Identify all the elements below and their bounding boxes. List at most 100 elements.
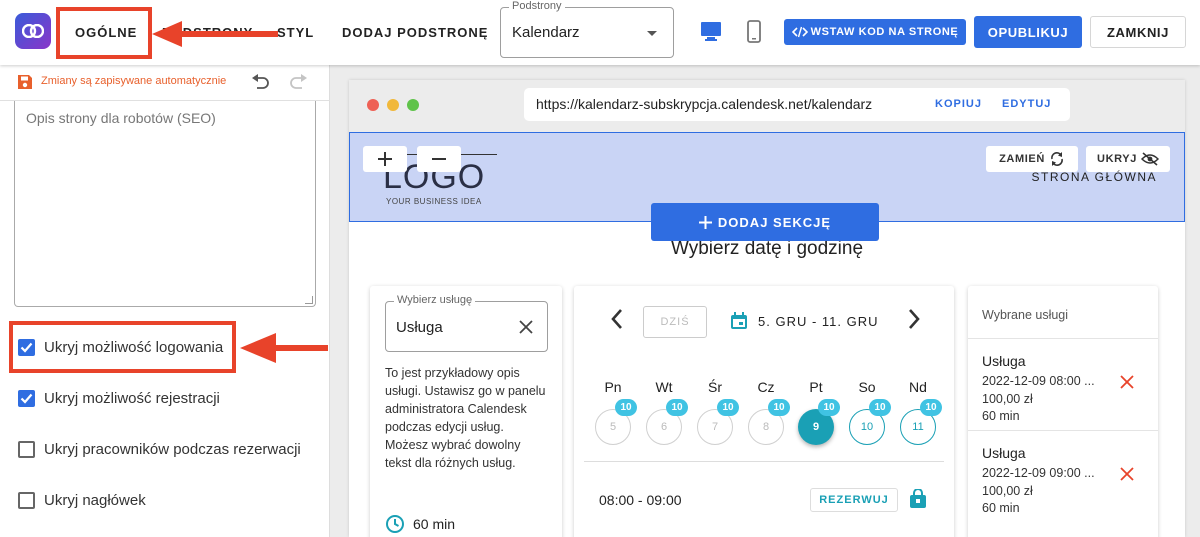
save-icon: [18, 75, 32, 89]
service-card: Wybierz usługę Usługa To jest przykładow…: [370, 286, 562, 537]
next-week-icon[interactable]: [907, 308, 921, 330]
arrow-icon-hide-login: [240, 333, 328, 363]
calendar-icon: [731, 312, 747, 329]
time-slot: 08:00 - 09:00: [599, 492, 682, 508]
tab-style[interactable]: STYL: [277, 0, 314, 65]
highlight-box-hide-login: [9, 321, 236, 373]
nav-home-link[interactable]: STRONA GŁÓWNA: [1031, 170, 1157, 184]
slots-badge: 10: [869, 399, 891, 416]
checkbox-unchecked-icon[interactable]: [18, 440, 35, 458]
selected-service-item: Usługa 2022-12-09 08:00 ... 100,00 zł 60…: [968, 338, 1158, 426]
day-name: Śr: [708, 379, 722, 395]
copy-url-link[interactable]: KOPIUJ: [935, 98, 982, 110]
service-duration: 60 min: [385, 514, 455, 534]
checkbox-unchecked-icon[interactable]: [18, 491, 35, 509]
today-button[interactable]: DZIŚ: [643, 306, 707, 338]
window-minimize-dot: [387, 99, 399, 111]
subpage-select[interactable]: Podstrony Kalendarz: [500, 0, 674, 58]
eye-off-icon: [1140, 152, 1159, 166]
browser-bar: https://kalendarz-subskrypcja.calendesk.…: [349, 80, 1185, 132]
calendar-card: DZIŚ 5. GRU - 11. GRU Pn 10 5 Wt 10 6 Śr…: [574, 286, 954, 537]
undo-icon[interactable]: [251, 74, 271, 90]
mobile-icon[interactable]: [746, 20, 762, 44]
selected-service-price: 100,00 zł: [982, 392, 1033, 406]
seo-placeholder: Opis strony dla robotów (SEO): [26, 110, 216, 126]
day-name: Pn: [604, 379, 622, 395]
hide-section-label: UKRYJ: [1097, 153, 1137, 165]
slots-badge: 10: [920, 399, 942, 416]
edit-url-link[interactable]: EDYTUJ: [1002, 98, 1051, 110]
clear-icon[interactable]: [519, 320, 533, 334]
selected-service-item: Usługa 2022-12-09 09:00 ... 100,00 zł 60…: [968, 430, 1158, 518]
chevron-down-icon: [647, 31, 657, 36]
day-thursday[interactable]: Cz 10 8: [746, 379, 790, 445]
day-friday[interactable]: Pt 10 9: [796, 379, 840, 445]
close-button[interactable]: ZAMKNIJ: [1090, 16, 1186, 48]
service-description: To jest przykładowy opis usługi. Ustawis…: [385, 366, 546, 470]
zoom-in-button[interactable]: [363, 146, 407, 172]
shopping-bag-icon[interactable]: [909, 489, 927, 509]
day-monday[interactable]: Pn 10 5: [593, 379, 637, 445]
arrow-icon-general: [152, 21, 278, 47]
subpage-select-value: Kalendarz: [512, 24, 580, 41]
tab-add-subpage[interactable]: DODAJ PODSTRONĘ: [342, 0, 488, 65]
day-name: Cz: [757, 379, 775, 395]
checkbox-label: Ukryj możliwość rejestracji: [44, 389, 220, 407]
booking-section-title: Wybierz datę i godzinę: [670, 238, 864, 259]
prev-week-icon[interactable]: [610, 308, 624, 330]
add-section-label: DODAJ SEKCJĘ: [717, 214, 832, 230]
add-section-button[interactable]: DODAJ SEKCJĘ: [651, 203, 879, 241]
remove-icon[interactable]: [1120, 375, 1134, 389]
day-tuesday[interactable]: Wt 10 6: [644, 379, 688, 445]
code-icon: [791, 26, 808, 38]
selected-service-duration: 60 min: [982, 409, 1020, 423]
plus-icon: [698, 215, 712, 229]
date-range-text: 5. GRU - 11. GRU: [758, 313, 879, 329]
embed-code-button[interactable]: WSTAW KOD NA STRONĘ: [784, 19, 966, 45]
day-saturday[interactable]: So 10 10: [847, 379, 891, 445]
selected-services-title: Wybrane usługi: [982, 308, 1069, 322]
checkbox-checked-icon[interactable]: [18, 389, 35, 407]
remove-icon[interactable]: [1120, 467, 1134, 481]
selected-services-card: Wybrane usługi Usługa 2022-12-09 08:00 .…: [968, 286, 1158, 537]
checkbox-label: Ukryj pracowników podczas rezerwacji: [44, 440, 301, 458]
desktop-icon[interactable]: [699, 20, 723, 42]
minus-icon: [432, 158, 446, 160]
day-name: Wt: [655, 379, 673, 395]
autosave-text: Zmiany są zapisywane automatycznie: [41, 75, 227, 87]
embed-code-label: WSTAW KOD NA STRONĘ: [810, 26, 959, 38]
service-select[interactable]: Wybierz usługę Usługa: [385, 294, 548, 352]
settings-panel: Zmiany są zapisywane automatycznie Opis …: [0, 65, 330, 537]
day-wednesday[interactable]: Śr 10 7: [695, 379, 739, 445]
replace-section-button[interactable]: ZAMIEŃ: [986, 146, 1078, 172]
url-text: https://kalendarz-subskrypcja.calendesk.…: [536, 96, 873, 112]
highlight-box-general-tab: [56, 7, 152, 59]
plus-icon: [378, 152, 392, 166]
resize-handle-icon[interactable]: [305, 296, 313, 304]
slots-badge: 10: [666, 399, 688, 416]
selected-service-duration: 60 min: [982, 501, 1020, 515]
top-bar: OGÓLNE PODSTRONY STYL DODAJ PODSTRONĘ Po…: [0, 0, 1200, 65]
publish-button[interactable]: OPUBLIKUJ: [974, 16, 1082, 48]
logo-subtitle: YOUR BUSINESS IDEA: [386, 197, 482, 206]
hide-section-button[interactable]: UKRYJ: [1086, 146, 1170, 172]
app-logo-icon[interactable]: [15, 13, 51, 49]
window-maximize-dot: [407, 99, 419, 111]
date-range[interactable]: 5. GRU - 11. GRU: [730, 312, 879, 330]
seo-description-textarea[interactable]: Opis strony dla robotów (SEO): [14, 101, 316, 307]
checkbox-hide-header[interactable]: Ukryj nagłówek: [18, 490, 146, 510]
service-select-label: Wybierz usługę: [394, 294, 476, 306]
selected-service-name: Usługa: [982, 353, 1026, 369]
slots-badge: 10: [768, 399, 790, 416]
day-sunday[interactable]: Nd 10 11: [898, 379, 942, 445]
selected-service-datetime: 2022-12-09 08:00 ...: [982, 374, 1095, 388]
redo-icon[interactable]: [288, 74, 308, 90]
zoom-out-button[interactable]: [417, 146, 461, 172]
reserve-button[interactable]: REZERWUJ: [810, 488, 898, 512]
selected-service-name: Usługa: [982, 445, 1026, 461]
checkbox-hide-employees[interactable]: Ukryj pracowników podczas rezerwacji: [18, 439, 301, 459]
service-duration-text: 60 min: [413, 516, 456, 532]
swap-icon: [1050, 152, 1063, 166]
checkbox-hide-registration[interactable]: Ukryj możliwość rejestracji: [18, 388, 220, 408]
window-close-dot: [367, 99, 379, 111]
